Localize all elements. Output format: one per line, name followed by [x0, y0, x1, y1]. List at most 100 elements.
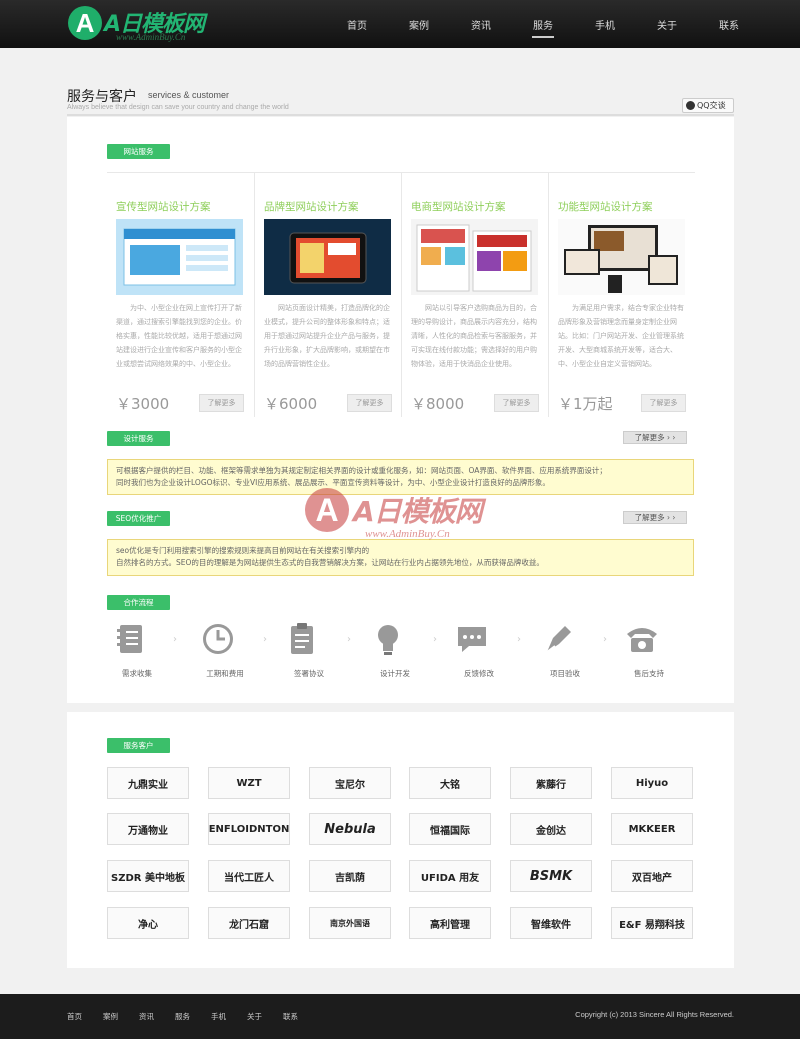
footer-link-cases[interactable]: 案例 — [103, 1011, 118, 1022]
process-step-label: 售后支持 — [634, 669, 664, 678]
client-logo[interactable]: 净心 — [107, 907, 189, 939]
process-step: 签署协议 › — [275, 620, 359, 682]
client-logo[interactable]: 万通物业 — [107, 813, 189, 845]
solution-title[interactable]: 宣传型网站设计方案 — [116, 199, 211, 214]
qq-icon — [686, 101, 695, 110]
client-logo[interactable]: 金创达 — [510, 813, 592, 845]
process-steps: 需求收集 › 工期和费用 › 签署协议 › 设计开发 › 反馈修改 › 项目验收… — [107, 620, 695, 682]
client-logo[interactable]: E&F 易翔科技 — [611, 907, 693, 939]
client-logo[interactable]: 高利管理 — [409, 907, 491, 939]
process-step: 售后支持 — [611, 620, 695, 682]
chevron-right-icon: › — [173, 634, 177, 645]
client-logo[interactable]: 紫藤行 — [510, 767, 592, 799]
client-logo[interactable]: 龙门石窟 — [208, 907, 290, 939]
watermark-text: A日模板网 — [353, 495, 483, 528]
footer-link-services[interactable]: 服务 — [175, 1011, 190, 1022]
section-tag-web-service: 网站服务 — [107, 144, 170, 159]
solution-description: 为中、小型企业在网上宣传打开了新渠道，通过搜索引擎能找到您的企业。价格实惠，性能… — [116, 304, 242, 368]
design-more-button[interactable]: 了解更多 › › — [623, 431, 687, 444]
client-logo[interactable]: 双百地产 — [611, 860, 693, 892]
footer-link-contact[interactable]: 联系 — [283, 1011, 298, 1022]
nav-home[interactable]: 首页 — [326, 0, 388, 48]
chevron-right-icon: › — [347, 634, 351, 645]
section-tag-design-service: 设计服务 — [107, 431, 170, 446]
pen-nib-icon — [546, 626, 571, 653]
section-tag-process: 合作流程 — [107, 595, 170, 610]
notebook-icon — [117, 625, 142, 653]
solution-more-button[interactable]: 了解更多 — [199, 394, 244, 412]
process-step-label: 项目验收 — [550, 669, 580, 678]
solution-image[interactable] — [411, 219, 538, 295]
clock-icon — [203, 624, 233, 654]
nav-about[interactable]: 关于 — [636, 0, 698, 48]
solution-card: 品牌型网站设计方案 网站页面设计精美，打造品牌化的企业模式，提升公司的整体形象和… — [254, 173, 401, 417]
solution-more-button[interactable]: 了解更多 — [347, 394, 392, 412]
footer-nav: 首页 案例 资讯 服务 手机 关于 联系 — [67, 994, 319, 1039]
footer-link-about[interactable]: 关于 — [247, 1011, 262, 1022]
qq-chat-button[interactable]: QQ交谈 — [682, 98, 734, 113]
process-step-label: 需求收集 — [122, 669, 152, 678]
process-step: 工期和费用 › — [191, 620, 275, 682]
process-step-label: 反馈修改 — [464, 669, 494, 678]
solution-image[interactable] — [264, 219, 391, 295]
client-logo[interactable]: 智维软件 — [510, 907, 592, 939]
footer-link-news[interactable]: 资讯 — [139, 1011, 154, 1022]
solution-title[interactable]: 功能型网站设计方案 — [558, 199, 653, 214]
solution-card: 功能型网站设计方案 为满足用户需求，结合专家企业特有品牌形象及营销理念而量身定制… — [548, 173, 695, 417]
clipboard-icon — [291, 623, 313, 654]
solution-title[interactable]: 电商型网站设计方案 — [411, 199, 506, 214]
process-step: 设计开发 › — [359, 620, 443, 682]
nav-contact[interactable]: 联系 — [698, 0, 760, 48]
solution-price: ￥1万起 — [558, 395, 613, 413]
solution-description: 为满足用户需求，结合专家企业特有品牌形象及营销理念而量身定制企业网站。比如：门户… — [558, 304, 684, 368]
watermark-subtext: www.AdminBuy.Cn — [365, 528, 450, 540]
solutions-grid: 宣传型网站设计方案 为中、小型企业在网上宣传打开了新渠道，通过搜索引擎能找到您的… — [107, 172, 695, 417]
chevron-right-icon: › — [517, 634, 521, 645]
logo-subtext: www.AdminBuy.Cn — [116, 32, 186, 42]
page-title-en: services & customer — [148, 90, 230, 100]
client-logo[interactable]: 大铭 — [409, 767, 491, 799]
client-logo[interactable]: 恒福国际 — [409, 813, 491, 845]
client-logo[interactable]: 当代工匠人 — [208, 860, 290, 892]
chevron-right-icon: › — [603, 634, 607, 645]
footer-link-home[interactable]: 首页 — [67, 1011, 82, 1022]
chevron-right-icon: › — [263, 634, 267, 645]
site-logo[interactable]: A A日模板网 www.AdminBuy.Cn — [68, 6, 228, 46]
page-title: 服务与客户 — [67, 89, 137, 105]
process-step-label: 签署协议 — [294, 669, 324, 678]
site-header: A A日模板网 www.AdminBuy.Cn 首页 案例 资讯 服务 手机 关… — [0, 0, 800, 48]
client-logo[interactable]: ENFLOIDNTON — [208, 813, 290, 845]
solution-image[interactable] — [558, 219, 685, 295]
watermark-mark: A — [305, 488, 349, 532]
chat-bubble-icon — [458, 627, 486, 652]
client-logo[interactable]: BSMK — [510, 860, 592, 892]
client-logo[interactable]: WZT — [208, 767, 290, 799]
solution-description: 网站页面设计精美，打造品牌化的企业模式，提升公司的整体形象和特点；适用于想通过网… — [264, 304, 390, 368]
solution-description: 网站以引导客户选购商品为目的，合理的导购设计，商品展示内容充分，结构清晰，人性化… — [411, 304, 537, 368]
solution-more-button[interactable]: 了解更多 — [641, 394, 686, 412]
solution-more-button[interactable]: 了解更多 — [494, 394, 539, 412]
client-logo[interactable]: MKKEER — [611, 813, 693, 845]
qq-chat-label: QQ交谈 — [697, 101, 726, 110]
client-logo[interactable]: SZDR 美中地板 — [107, 860, 189, 892]
solution-price: ￥3000 — [116, 395, 170, 413]
client-logo[interactable]: 宝尼尔 — [309, 767, 391, 799]
client-logo[interactable]: UFIDA 用友 — [409, 860, 491, 892]
client-logo[interactable]: Hiyuo — [611, 767, 693, 799]
seo-more-button[interactable]: 了解更多 › › — [623, 511, 687, 524]
nav-news[interactable]: 资讯 — [450, 0, 512, 48]
nav-cases[interactable]: 案例 — [388, 0, 450, 48]
section-tag-seo: SEO优化推广 — [107, 511, 170, 526]
client-logo[interactable]: 南京外国语 — [309, 907, 391, 939]
solution-image[interactable] — [116, 219, 243, 295]
footer-link-mobile[interactable]: 手机 — [211, 1011, 226, 1022]
nav-mobile[interactable]: 手机 — [574, 0, 636, 48]
lightbulb-icon — [378, 625, 398, 655]
telephone-icon — [627, 628, 657, 652]
client-logo[interactable]: 吉凯荫 — [309, 860, 391, 892]
nav-services[interactable]: 服务 — [512, 0, 574, 48]
client-logo[interactable]: 九鼎实业 — [107, 767, 189, 799]
client-logo[interactable]: Nebula — [309, 813, 391, 845]
solution-title[interactable]: 品牌型网站设计方案 — [264, 199, 359, 214]
chevron-right-icon: › — [433, 634, 437, 645]
